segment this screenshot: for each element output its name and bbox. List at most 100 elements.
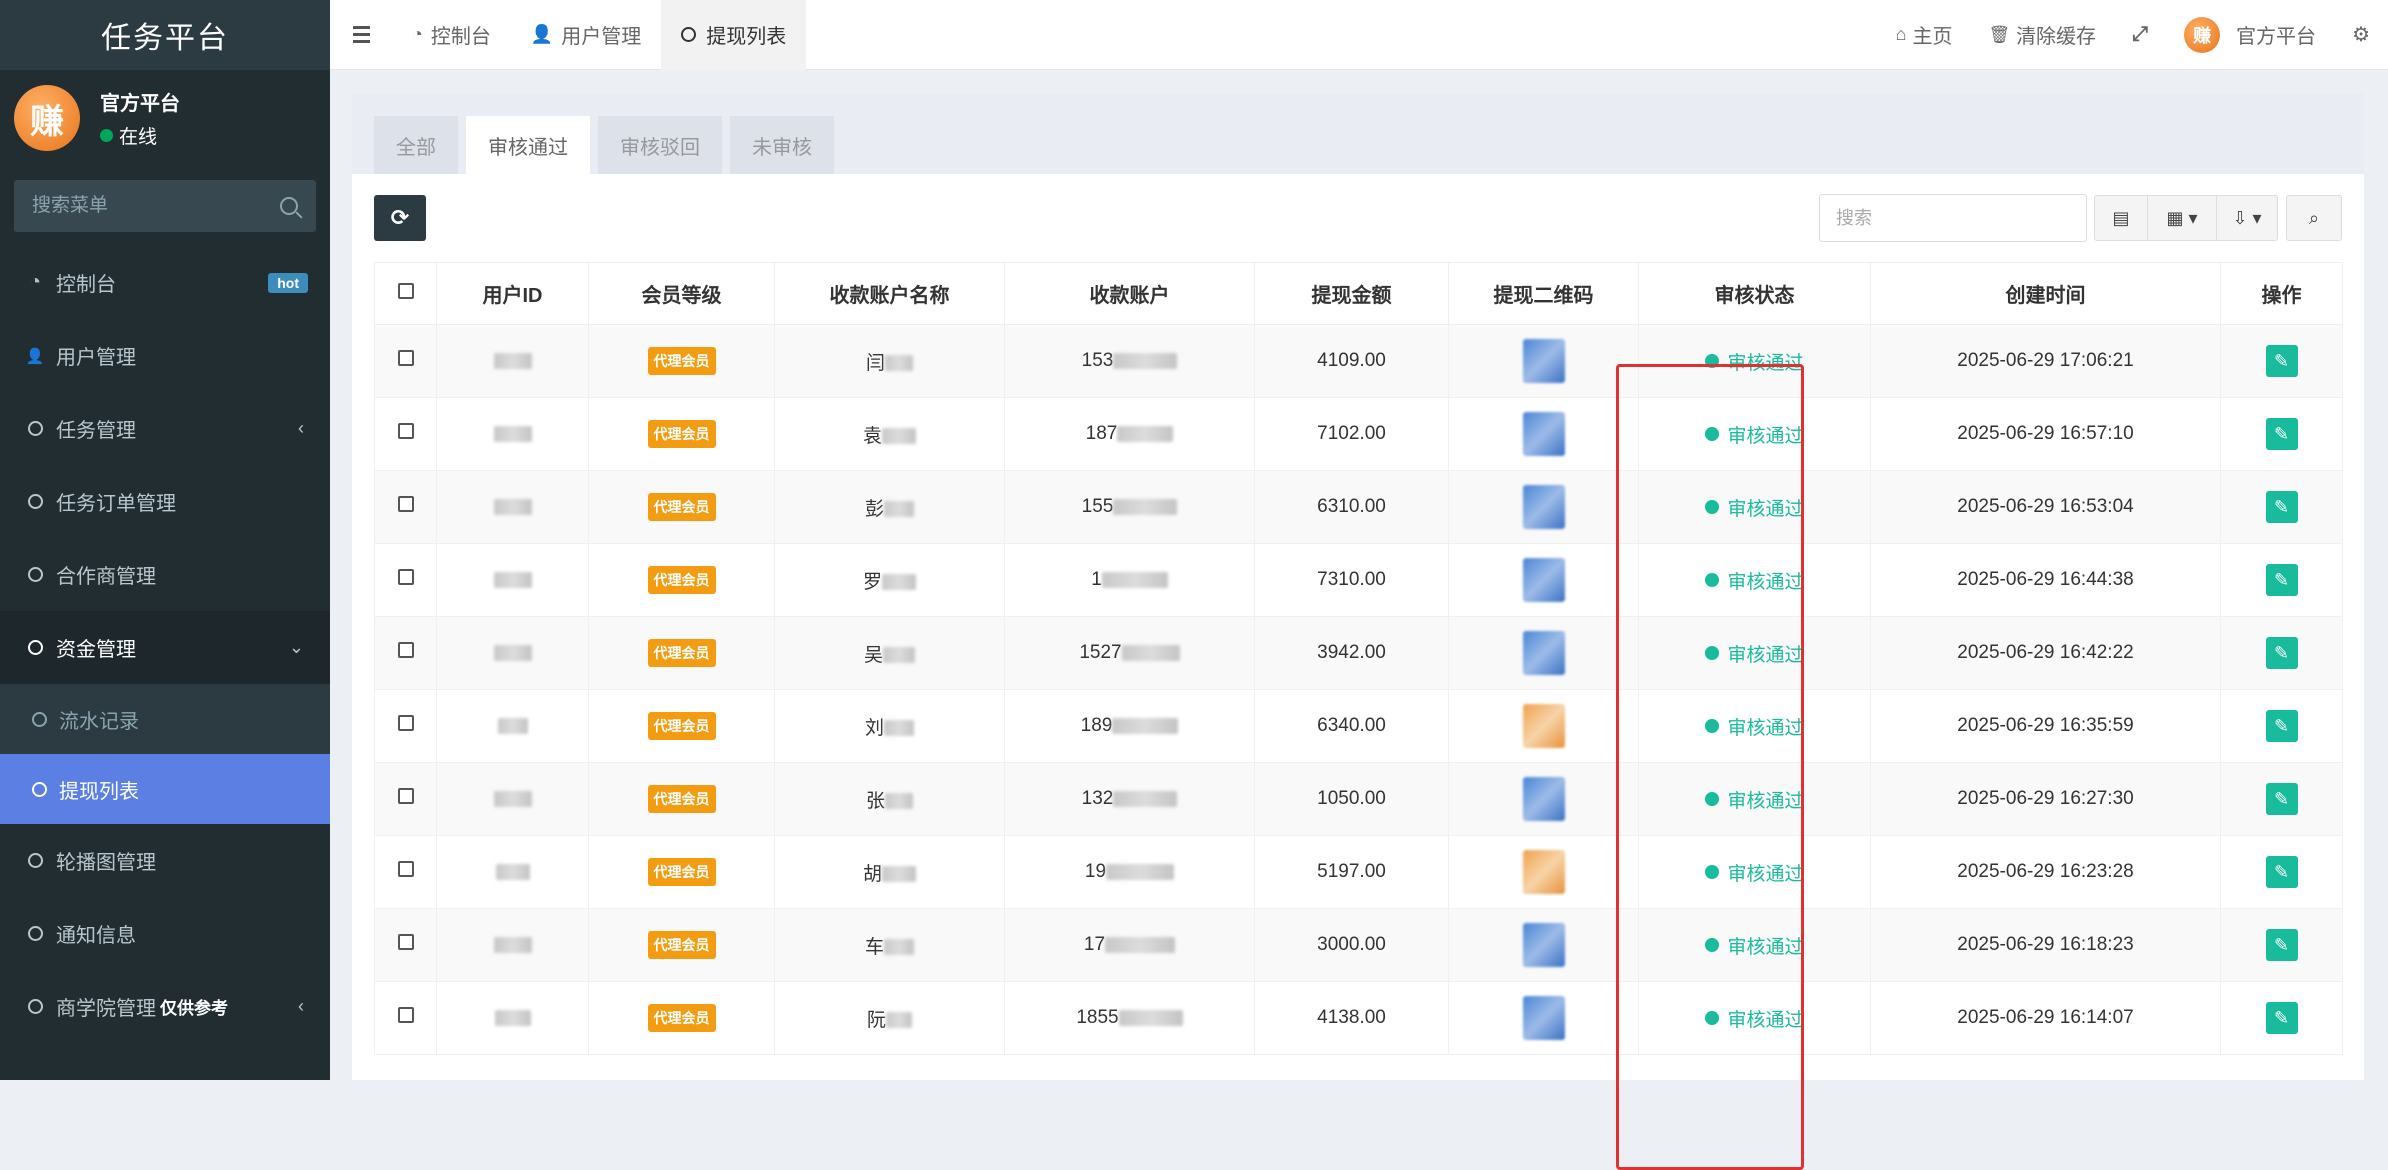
columns-button[interactable]: ▦ ▾ bbox=[2147, 195, 2217, 241]
settings-button[interactable]: ⚙ bbox=[2334, 22, 2388, 47]
select-all-checkbox[interactable] bbox=[397, 283, 414, 299]
top-tab-0[interactable]: ◔ 控制台 bbox=[392, 0, 511, 70]
top-tab-2[interactable]: 提现列表 bbox=[661, 0, 807, 70]
qr-code-thumbnail[interactable] bbox=[1522, 558, 1565, 602]
status-tab-1[interactable]: 审核通过 bbox=[466, 116, 590, 174]
table-row[interactable]: 代理会员 罗 1 7310.00 审核通过 2025-06-29 16:44:38 ✎ bbox=[374, 543, 2343, 617]
edit-button[interactable]: ✎ bbox=[2265, 345, 2298, 377]
home-link[interactable]: ⌂ 主页 bbox=[1878, 20, 1971, 49]
qr-code-thumbnail[interactable] bbox=[1522, 704, 1565, 748]
export-button[interactable]: ⇩ ▾ bbox=[2216, 195, 2278, 241]
status-tab-2[interactable]: 审核驳回 bbox=[598, 116, 722, 174]
search-button[interactable]: ⌕ bbox=[2286, 195, 2342, 241]
sidebar-item-2[interactable]: 任务管理 ‹ bbox=[0, 392, 330, 465]
row-checkbox[interactable] bbox=[397, 861, 414, 877]
sidebar-item-6[interactable]: 轮播图管理 bbox=[0, 824, 330, 897]
account-menu[interactable]: 赚 官方平台 bbox=[2166, 16, 2334, 53]
edit-button[interactable]: ✎ bbox=[2265, 856, 2298, 888]
qr-code-thumbnail[interactable] bbox=[1522, 923, 1565, 967]
status-tab-0[interactable]: 全部 bbox=[374, 116, 458, 174]
row-select-cell[interactable] bbox=[374, 981, 437, 1055]
column-header[interactable]: 创建时间 bbox=[1870, 262, 2221, 325]
table-row[interactable]: 代理会员 张 132 1050.00 审核通过 2025-06-29 16:27:30 ✎ bbox=[374, 762, 2343, 836]
row-checkbox[interactable] bbox=[397, 423, 414, 439]
table-row[interactable]: 代理会员 阮 1855 4138.00 审核通过 2025-06-29 16:14:07 ✎ bbox=[374, 981, 2343, 1055]
sidebar-search-input[interactable] bbox=[32, 195, 272, 217]
edit-button[interactable]: ✎ bbox=[2265, 491, 2298, 523]
row-select-cell[interactable] bbox=[374, 908, 437, 982]
row-checkbox[interactable] bbox=[397, 715, 414, 731]
sidebar-item-5[interactable]: 资金管理 ⌄ bbox=[0, 611, 330, 684]
qr-code-thumbnail[interactable] bbox=[1522, 631, 1565, 675]
menu-toggle-icon[interactable] bbox=[330, 26, 392, 43]
qr-cell[interactable] bbox=[1448, 397, 1639, 471]
qr-cell[interactable] bbox=[1448, 981, 1639, 1055]
app-title[interactable]: 任务平台 bbox=[0, 0, 330, 70]
qr-code-thumbnail[interactable] bbox=[1522, 996, 1565, 1040]
sidebar-item-7[interactable]: 通知信息 bbox=[0, 897, 330, 970]
column-header[interactable]: 操作 bbox=[2220, 262, 2343, 325]
column-header[interactable]: 收款账户 bbox=[1004, 262, 1255, 325]
row-select-cell[interactable] bbox=[374, 835, 437, 909]
search-icon[interactable] bbox=[280, 197, 298, 215]
table-row[interactable]: 代理会员 袁 187 7102.00 审核通过 2025-06-29 16:57:10 ✎ bbox=[374, 397, 2343, 471]
column-header[interactable]: 会员等级 bbox=[588, 262, 775, 325]
top-tab-1[interactable]: 👤 用户管理 bbox=[511, 0, 661, 70]
row-select-cell[interactable] bbox=[374, 470, 437, 544]
table-row[interactable]: 代理会员 彭 155 6310.00 审核通过 2025-06-29 16:53:04 ✎ bbox=[374, 470, 2343, 544]
table-row[interactable]: 代理会员 吴 1527 3942.00 审核通过 2025-06-29 16:42:22 ✎ bbox=[374, 616, 2343, 690]
column-header[interactable]: 收款账户名称 bbox=[774, 262, 1005, 325]
qr-cell[interactable] bbox=[1448, 762, 1639, 836]
edit-button[interactable]: ✎ bbox=[2265, 1002, 2298, 1034]
edit-button[interactable]: ✎ bbox=[2265, 418, 2298, 450]
table-row[interactable]: 代理会员 闫 153 4109.00 审核通过 2025-06-29 17:06:21 ✎ bbox=[374, 324, 2343, 398]
clear-cache-button[interactable]: 🗑 清除缓存 bbox=[1970, 20, 2114, 49]
qr-code-thumbnail[interactable] bbox=[1522, 850, 1565, 894]
edit-button[interactable]: ✎ bbox=[2265, 929, 2298, 961]
row-checkbox[interactable] bbox=[397, 569, 414, 585]
qr-cell[interactable] bbox=[1448, 689, 1639, 763]
row-select-cell[interactable] bbox=[374, 762, 437, 836]
sidebar-item-4[interactable]: 合作商管理 bbox=[0, 538, 330, 611]
table-row[interactable]: 代理会员 车 17 3000.00 审核通过 2025-06-29 16:18:23 ✎ bbox=[374, 908, 2343, 982]
refresh-button[interactable]: ⟳ bbox=[374, 195, 426, 241]
edit-button[interactable]: ✎ bbox=[2265, 564, 2298, 596]
row-select-cell[interactable] bbox=[374, 543, 437, 617]
column-header[interactable]: 提现金额 bbox=[1254, 262, 1449, 325]
table-row[interactable]: 代理会员 胡 19 5197.00 审核通过 2025-06-29 16:23:28 ✎ bbox=[374, 835, 2343, 909]
qr-cell[interactable] bbox=[1448, 616, 1639, 690]
qr-code-thumbnail[interactable] bbox=[1522, 339, 1565, 383]
status-tab-3[interactable]: 未审核 bbox=[730, 116, 834, 174]
row-select-cell[interactable] bbox=[374, 397, 437, 471]
qr-code-thumbnail[interactable] bbox=[1522, 485, 1565, 529]
sidebar-item-1[interactable]: 👤 用户管理 bbox=[0, 319, 330, 392]
sidebar-subitem-0[interactable]: 流水记录 bbox=[0, 684, 330, 754]
column-header[interactable]: 用户ID bbox=[436, 262, 589, 325]
edit-button[interactable]: ✎ bbox=[2265, 637, 2298, 669]
row-select-cell[interactable] bbox=[374, 689, 437, 763]
column-header[interactable]: 审核状态 bbox=[1638, 262, 1871, 325]
sidebar-item-8[interactable]: 商学院管理 仅供参考 ‹ bbox=[0, 970, 330, 1043]
toggle-view-button[interactable]: ▤ bbox=[2094, 195, 2148, 241]
qr-code-thumbnail[interactable] bbox=[1522, 777, 1565, 821]
qr-code-thumbnail[interactable] bbox=[1522, 412, 1565, 456]
fullscreen-button[interactable]: ⤢ bbox=[2114, 23, 2166, 46]
sidebar-item-3[interactable]: 任务订单管理 bbox=[0, 465, 330, 538]
table-row[interactable]: 代理会员 刘 189 6340.00 审核通过 2025-06-29 16:35:59 ✎ bbox=[374, 689, 2343, 763]
sidebar-subitem-1[interactable]: 提现列表 bbox=[0, 754, 330, 824]
table-search-input[interactable] bbox=[1819, 194, 2087, 242]
row-checkbox[interactable] bbox=[397, 350, 414, 366]
edit-button[interactable]: ✎ bbox=[2265, 710, 2298, 742]
edit-button[interactable]: ✎ bbox=[2265, 783, 2298, 815]
row-checkbox[interactable] bbox=[397, 788, 414, 804]
column-header[interactable]: 提现二维码 bbox=[1448, 262, 1639, 325]
qr-cell[interactable] bbox=[1448, 835, 1639, 909]
row-checkbox[interactable] bbox=[397, 934, 414, 950]
qr-cell[interactable] bbox=[1448, 543, 1639, 617]
qr-cell[interactable] bbox=[1448, 908, 1639, 982]
row-checkbox[interactable] bbox=[397, 496, 414, 512]
row-select-cell[interactable] bbox=[374, 324, 437, 398]
row-checkbox[interactable] bbox=[397, 1007, 414, 1023]
qr-cell[interactable] bbox=[1448, 324, 1639, 398]
select-all-cell[interactable] bbox=[374, 262, 437, 325]
